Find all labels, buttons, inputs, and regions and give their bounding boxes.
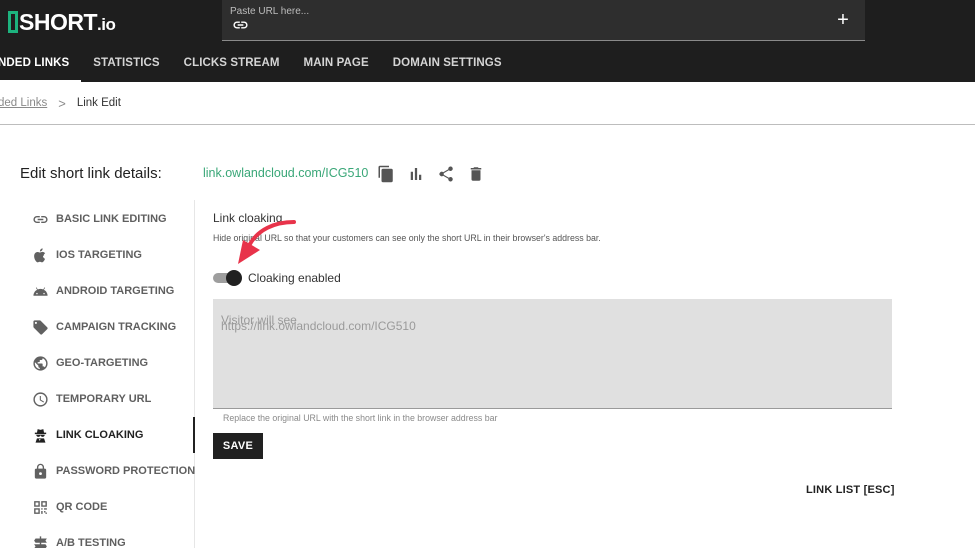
divider (0, 124, 975, 125)
sidebar-item-qr-code[interactable]: QR CODE (0, 489, 195, 525)
qr-code-icon (34, 500, 47, 514)
sidebar-item-label: LINK CLOAKING (56, 429, 144, 441)
breadcrumb-parent-link[interactable]: ded Links (0, 97, 47, 109)
url-input[interactable] (230, 2, 790, 20)
breadcrumb: ded Links > Link Edit (0, 95, 121, 111)
ab-testing-icon (34, 535, 47, 548)
delete-icon[interactable] (467, 165, 485, 183)
apple-icon (34, 247, 46, 262)
sidebar-item-campaign-tracking[interactable]: CAMPAIGN TRACKING (0, 309, 195, 345)
share-icon[interactable] (437, 165, 455, 183)
statistics-icon[interactable] (407, 165, 425, 183)
toggle-label: Cloaking enabled (248, 271, 341, 285)
sidebar-item-ios-targeting[interactable]: IOS TARGETING (0, 237, 195, 273)
link-icon (233, 21, 248, 29)
sidebar-item-link-cloaking[interactable]: LINK CLOAKING (0, 417, 195, 453)
tab-statistics[interactable]: STATISTICS (81, 47, 171, 82)
save-button[interactable]: SAVE (213, 433, 263, 459)
annotation-arrow-icon (238, 220, 296, 264)
sidebar-item-temporary-url[interactable]: TEMPORARY URL (0, 381, 195, 417)
visitor-url-value[interactable]: https://link.owlandcloud.com/ICG510 (221, 319, 416, 333)
sidebar: BASIC LINK EDITING IOS TARGETING ANDROID… (0, 200, 195, 548)
sidebar-item-geo-targeting[interactable]: GEO-TARGETING (0, 345, 195, 381)
android-icon (33, 286, 48, 296)
breadcrumb-current: Link Edit (76, 97, 121, 109)
sidebar-item-password-protection[interactable]: PASSWORD PROTECTION (0, 453, 195, 489)
tab-main-page[interactable]: MAIN PAGE (292, 47, 381, 82)
logo-suffix: .io (97, 14, 116, 34)
toggle-thumb (226, 270, 242, 286)
sidebar-item-ab-testing[interactable]: A/B TESTING (0, 525, 195, 548)
tab-domain-settings[interactable]: DOMAIN SETTINGS (381, 47, 514, 82)
logo-mark-icon (8, 11, 18, 33)
logo-text: SHORT (19, 8, 98, 35)
top-bar: SHORT.io + NDED LINKS STATISTICS CLICKS … (0, 0, 975, 82)
sidebar-item-label: ANDROID TARGETING (56, 285, 175, 297)
sidebar-item-label: CAMPAIGN TRACKING (56, 321, 177, 333)
sidebar-item-label: QR CODE (56, 501, 108, 513)
sidebar-item-basic-link-editing[interactable]: BASIC LINK EDITING (0, 201, 195, 237)
logo[interactable]: SHORT.io (8, 8, 116, 36)
url-input-box[interactable]: + (222, 0, 865, 41)
main-tabs: NDED LINKS STATISTICS CLICKS STREAM MAIN… (0, 47, 514, 82)
link-icon (33, 215, 48, 223)
clock-icon (33, 391, 48, 407)
lock-icon (34, 463, 47, 479)
globe-icon (33, 355, 48, 371)
breadcrumb-separator: > (58, 95, 66, 111)
cloaking-toggle[interactable] (213, 270, 243, 286)
add-link-button[interactable]: + (832, 9, 854, 31)
link-list-button[interactable]: LINK LIST [ESC] (806, 484, 895, 496)
sidebar-item-label: IOS TARGETING (56, 249, 142, 261)
sidebar-item-label: PASSWORD PROTECTION (56, 465, 196, 477)
sidebar-item-label: GEO-TARGETING (56, 357, 149, 369)
page-title: Edit short link details: (20, 165, 162, 182)
tab-branded-links[interactable]: NDED LINKS (0, 47, 82, 82)
copy-icon[interactable] (377, 165, 395, 183)
sidebar-item-label: TEMPORARY URL (56, 393, 152, 405)
tag-icon (33, 319, 48, 335)
sidebar-item-label: A/B TESTING (56, 537, 126, 548)
short-link[interactable]: link.owlandcloud.com/ICG510 (203, 166, 368, 180)
sidebar-item-android-targeting[interactable]: ANDROID TARGETING (0, 273, 195, 309)
sidebar-item-label: BASIC LINK EDITING (56, 213, 167, 225)
visitor-url-field[interactable]: Visitor will see https://link.owlandclou… (213, 299, 892, 409)
spy-icon (34, 428, 47, 443)
tab-clicks-stream[interactable]: CLICKS STREAM (172, 47, 292, 82)
field-helper-text: Replace the original URL with the short … (223, 413, 498, 423)
